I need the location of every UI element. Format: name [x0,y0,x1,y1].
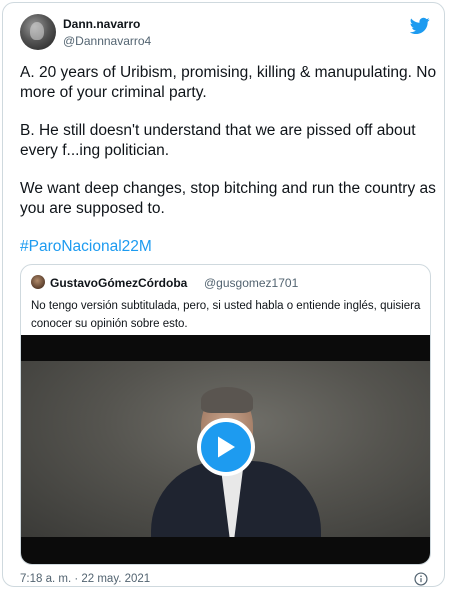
author-name[interactable]: Dann.navarro [63,17,140,31]
thumbnail-person-hair [201,387,253,413]
quoted-author-avatar [31,275,45,289]
tweet-timestamp[interactable]: 7:18 a. m. · 22 may. 2021 [20,573,150,585]
twitter-bird-icon[interactable] [410,17,430,35]
tweet-text: A. 20 years of Uribism, promising, killi… [20,63,440,257]
play-icon [218,436,235,458]
author-handle[interactable]: @Dannnavarro4 [63,34,151,48]
info-icon[interactable] [414,572,428,586]
play-button[interactable] [197,418,255,476]
embedded-tweet-card[interactable]: Dann.navarro @Dannnavarro4 A. 20 years o… [2,2,445,587]
video-player[interactable] [21,335,430,564]
author-avatar[interactable] [20,14,56,50]
tweet-paragraph-a: A. 20 years of Uribism, promising, killi… [20,64,437,101]
tweet-paragraph-b: B. He still doesn't understand that we a… [20,122,416,159]
tweet-paragraph-c: We want deep changes, stop bitching and … [20,180,436,217]
quoted-author-handle: @gusgomez1701 [204,276,299,290]
quoted-tweet-text: No tengo versión subtitulada, pero, si u… [31,300,421,330]
quoted-author-name: GustavoGómezCórdoba [50,276,188,290]
hashtag-link[interactable]: #ParoNacional22M [20,237,440,257]
quoted-tweet[interactable]: GustavoGómezCórdoba @gusgomez1701 No ten… [20,264,431,565]
